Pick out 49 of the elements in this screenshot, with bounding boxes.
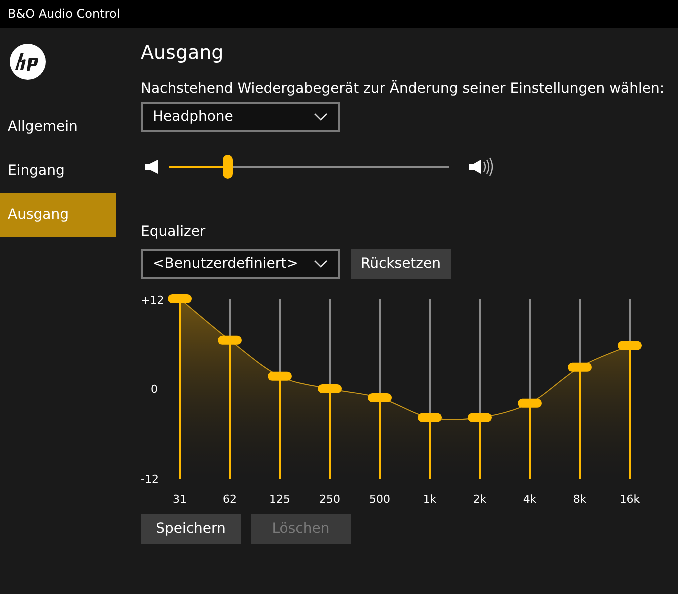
eq-slider[interactable] xyxy=(218,299,242,479)
scale-label: +12 xyxy=(141,294,164,307)
frequency-label: 2k xyxy=(473,493,487,506)
equalizer-label: Equalizer xyxy=(141,224,207,242)
frequency-label: 62 xyxy=(223,493,237,506)
slider-thumb[interactable] xyxy=(318,384,342,394)
frequency-label: 500 xyxy=(370,493,390,506)
slider-thumb[interactable] xyxy=(368,394,392,402)
eq-slider[interactable] xyxy=(268,299,292,479)
logo-icon xyxy=(10,44,46,80)
volume-slider[interactable] xyxy=(169,155,449,179)
frequency-label: 8k xyxy=(573,493,587,506)
chevron-down-icon xyxy=(314,260,328,268)
window-title: B&O Audio Control xyxy=(8,7,120,21)
eq-slider[interactable] xyxy=(168,294,192,479)
eq-slider[interactable] xyxy=(418,299,442,479)
slider-thumb[interactable] xyxy=(468,413,492,422)
slider-thumb[interactable] xyxy=(568,362,592,372)
slider-thumb[interactable] xyxy=(218,336,242,345)
scale-label: -12 xyxy=(141,473,159,486)
frequency-label: 125 xyxy=(270,493,290,506)
eq-slider[interactable] xyxy=(318,299,342,479)
nav-item[interactable]: Allgemein xyxy=(0,105,116,149)
frequency-label: 4k xyxy=(523,493,537,506)
scale-label: 0 xyxy=(151,383,158,396)
preset-dropdown[interactable]: <Benutzerdefiniert> xyxy=(141,249,340,279)
eq-slider[interactable] xyxy=(468,299,492,479)
slider-thumb[interactable] xyxy=(518,398,542,408)
frequency-label: 1k xyxy=(423,493,437,506)
nav-item[interactable]: Eingang xyxy=(0,149,116,193)
device-dropdown[interactable]: Headphone xyxy=(141,102,340,132)
eq-slider[interactable] xyxy=(518,299,542,479)
slider-thumb[interactable] xyxy=(168,294,192,304)
slider-thumb[interactable] xyxy=(418,413,442,422)
eq-slider[interactable] xyxy=(568,299,592,479)
slider-thumb[interactable] xyxy=(222,155,233,179)
eq-slider[interactable] xyxy=(368,299,392,479)
page-title: Ausgang xyxy=(141,42,225,66)
slider-thumb[interactable] xyxy=(268,372,292,381)
instruction-text: Nachstehend Wiedergabegerät zur Änderung seiner Einstellungen wählen: xyxy=(141,81,666,99)
chevron-down-icon xyxy=(314,113,328,121)
slider-thumb[interactable] xyxy=(618,341,642,350)
frequency-label: 16k xyxy=(620,493,640,506)
frequency-label: 31 xyxy=(173,493,187,506)
frequency-label: 250 xyxy=(320,493,340,506)
eq-slider[interactable] xyxy=(618,299,642,479)
save-button[interactable]: Speichern xyxy=(141,514,241,544)
reset-button[interactable]: Rücksetzen xyxy=(351,249,452,279)
speaker-icon xyxy=(145,160,159,174)
